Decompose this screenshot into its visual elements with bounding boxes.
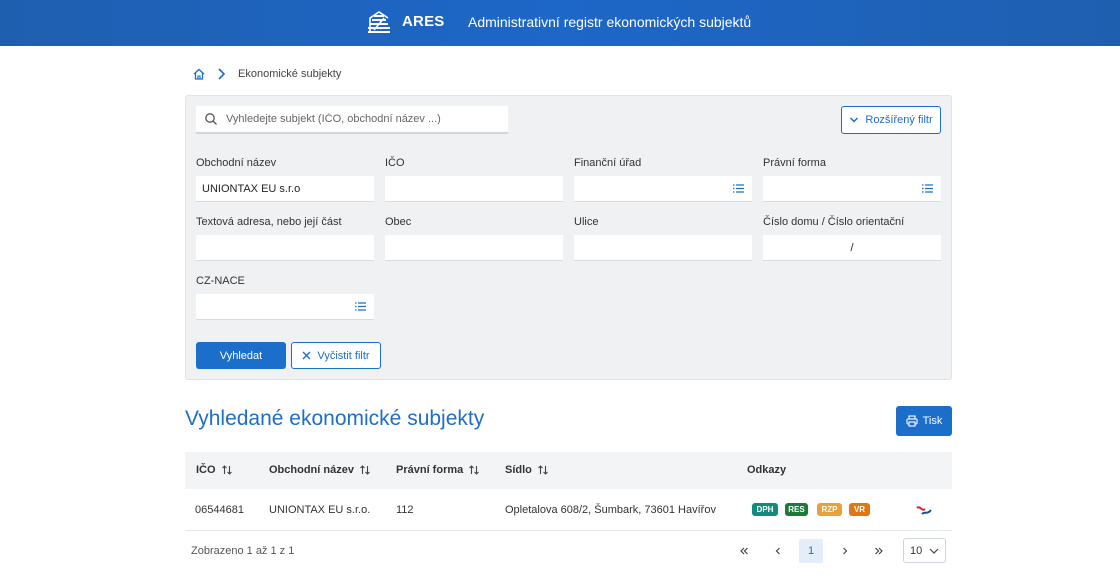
breadcrumb-current: Ekonomické subjekty — [238, 68, 342, 80]
advanced-filter-button[interactable]: Rozšířený filtr — [841, 106, 941, 134]
page-size-value: 10 — [910, 544, 923, 557]
cislo-domu-value: / — [850, 241, 854, 254]
obchodni-nazev-label: Obchodní název — [196, 157, 277, 169]
page-size-select[interactable]: 10 — [903, 538, 946, 563]
column-label: Sídlo — [505, 464, 532, 476]
ico-field[interactable] — [385, 176, 563, 202]
chevron-left-icon — [775, 547, 780, 555]
sort-icon — [538, 465, 548, 475]
sort-icon — [469, 465, 480, 475]
ulice-label: Ulice — [574, 216, 599, 228]
list-icon[interactable] — [922, 184, 933, 193]
home-icon[interactable] — [192, 67, 206, 81]
financni-urad-select[interactable] — [574, 176, 752, 202]
column-header-odkazy: Odkazy — [747, 464, 786, 476]
textova-adresa-field[interactable] — [196, 235, 374, 261]
obec-field[interactable] — [385, 235, 563, 261]
cell-pravni-forma: 112 — [396, 504, 414, 516]
ares-logo-icon[interactable] — [366, 10, 392, 34]
pravni-forma-label: Právní forma — [763, 157, 826, 169]
sort-icon — [360, 465, 370, 475]
search-button[interactable]: Vyhledat — [196, 342, 286, 369]
chevron-down-icon — [850, 117, 859, 123]
ico-label: IČO — [385, 157, 405, 169]
brand-name[interactable]: ARES — [402, 13, 444, 30]
double-chevron-right-icon — [875, 547, 883, 555]
obec-label: Obec — [385, 216, 412, 228]
column-label: IČO — [196, 464, 216, 476]
cell-sidlo: Opletalova 608/2, Šumbark, 73601 Havířov — [505, 504, 716, 516]
obchodni-nazev-value: UNIONTAX EU s.r.o — [202, 182, 301, 195]
print-button[interactable]: Tisk — [896, 406, 952, 436]
badge-rzp[interactable]: RZP — [817, 503, 842, 516]
badge-vr[interactable]: VR — [849, 503, 870, 516]
obchodni-nazev-field[interactable]: UNIONTAX EU s.r.o — [196, 176, 374, 202]
ulice-field[interactable] — [574, 235, 752, 261]
next-page-button[interactable] — [833, 539, 857, 563]
prev-page-button[interactable] — [766, 539, 790, 563]
clear-filter-button[interactable]: Vyčistit filtr — [291, 342, 381, 369]
breadcrumb: Ekonomické subjekty — [192, 66, 341, 82]
chevron-right-icon — [218, 68, 226, 80]
cz-nace-select[interactable] — [196, 294, 374, 320]
cislo-domu-label: Číslo domu / Číslo orientační — [763, 216, 905, 228]
cell-obchodni-nazev: UNIONTAX EU s.r.o. — [269, 504, 371, 516]
chevron-down-icon — [929, 548, 939, 554]
search-box[interactable] — [196, 106, 508, 134]
clear-filter-label: Vyčistit filtr — [317, 349, 370, 362]
search-icon — [205, 113, 217, 125]
cell-ico: 06544681 — [195, 504, 244, 516]
double-chevron-left-icon — [740, 547, 748, 555]
pager-info: Zobrazeno 1 až 1 z 1 — [191, 545, 295, 557]
column-header-pravni-forma[interactable]: Právní forma — [396, 464, 480, 476]
last-page-button[interactable] — [867, 539, 891, 563]
table-header: IČO Obchodní název Právní forma Sídlo Od… — [185, 452, 952, 489]
list-icon[interactable] — [733, 184, 744, 193]
filter-panel: Rozšířený filtr Obchodní název UNIONTAX … — [185, 95, 952, 380]
app-title: Administrativní registr ekonomických sub… — [468, 14, 752, 30]
column-label: Obchodní název — [269, 464, 354, 476]
chevron-right-icon — [843, 547, 848, 555]
close-icon — [302, 351, 311, 360]
pravni-forma-select[interactable] — [763, 176, 941, 202]
badge-res[interactable]: RES — [785, 503, 808, 516]
sort-icon — [221, 465, 232, 475]
textova-adresa-label: Textová adresa, nebo její část — [196, 216, 342, 228]
financni-urad-label: Finanční úřad — [574, 157, 642, 169]
printer-icon — [906, 415, 918, 427]
external-register-icon[interactable] — [916, 504, 932, 516]
column-label: Odkazy — [747, 464, 787, 476]
column-header-obchodni-nazev[interactable]: Obchodní název — [269, 464, 371, 476]
column-label: Právní forma — [396, 464, 464, 476]
top-header: ARES Administrativní registr ekonomickýc… — [0, 0, 1120, 46]
search-input[interactable] — [226, 113, 496, 125]
advanced-filter-label: Rozšířený filtr — [865, 114, 933, 126]
table-row[interactable]: 06544681 UNIONTAX EU s.r.o. 112 Opletalo… — [185, 489, 952, 531]
page-button-current[interactable]: 1 — [799, 539, 823, 563]
column-header-ico[interactable]: IČO — [196, 464, 233, 476]
cislo-domu-field[interactable]: / — [763, 235, 941, 261]
print-label: Tisk — [922, 415, 943, 427]
cz-nace-label: CZ-NACE — [196, 275, 245, 287]
first-page-button[interactable] — [732, 539, 756, 563]
column-header-sidlo[interactable]: Sídlo — [505, 464, 549, 476]
badge-dph[interactable]: DPH — [752, 503, 778, 516]
list-icon[interactable] — [355, 302, 366, 311]
results-title: Vyhledané ekonomické subjekty — [185, 407, 485, 430]
